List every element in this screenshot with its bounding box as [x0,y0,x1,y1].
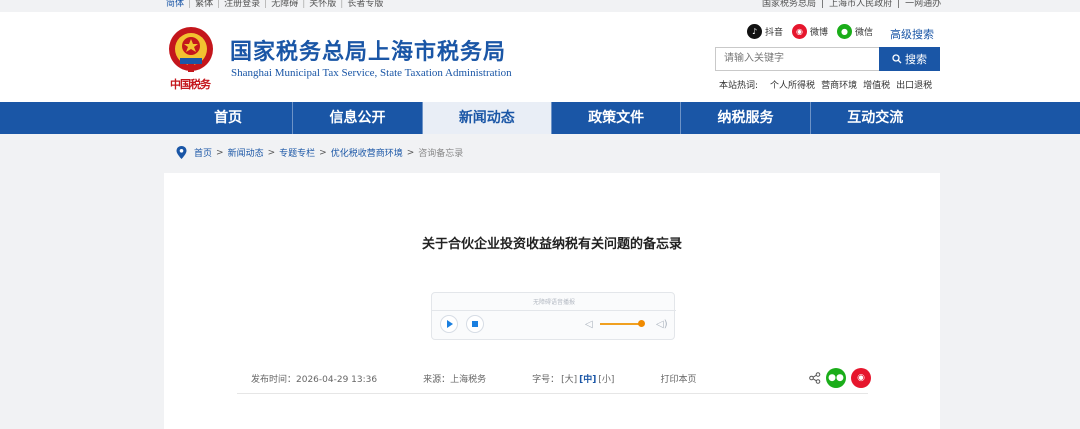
nav-interaction[interactable]: 互动交流 [811,102,940,134]
article-source: 来源：上海税务 [423,375,487,385]
link-shanghai-gov[interactable]: 上海市人民政府 [829,0,892,9]
douyin-icon: ♪ [747,24,762,39]
breadcrumb-current: 咨询备忘录 [418,149,464,159]
stop-button[interactable] [466,315,484,333]
volume-slider[interactable] [600,323,642,325]
nav-info-disclosure[interactable]: 信息公开 [293,102,423,134]
volume-high-icon[interactable]: ◁) [656,319,668,330]
hot-word[interactable]: 增值税 [863,78,890,91]
hot-word[interactable]: 营商环境 [821,78,857,91]
play-button[interactable] [440,315,458,333]
nav-tax-service[interactable]: 纳税服务 [681,102,811,134]
font-size-medium[interactable]: [中] [579,372,596,385]
link-sta[interactable]: 国家税务总局 [762,0,816,9]
link-traditional[interactable]: 繁体 [195,0,213,9]
search-icon [892,54,902,64]
search-button[interactable]: 搜索 [879,47,940,71]
share-bar: ●● ◉ [809,368,871,388]
link-register-login[interactable]: 注册登录 [224,0,260,9]
nav-policy[interactable]: 政策文件 [552,102,682,134]
breadcrumb: 首页 > 新闻动态 > 专题专栏 > 优化税收营商环境 > 咨询备忘录 [176,146,463,159]
social-weibo[interactable]: ◉ 微博 [792,24,828,39]
publish-time: 发布时间：2026-04-29 13:36 [251,375,378,385]
weibo-icon: ◉ [792,24,808,39]
utility-links-left: 简体 | 繁体 | 注册登录 | 无障碍 | 关怀版 | 长者专版 [166,0,384,9]
tax-emblem-icon [169,27,213,72]
hot-word[interactable]: 个人所得税 [770,78,815,91]
social-links: ♪ 抖音 ◉ 微博 ● 微信 [747,24,882,39]
link-simplified[interactable]: 简体 [166,0,184,9]
breadcrumb-business-env[interactable]: 优化税收营商环境 [331,146,403,159]
hot-words-label: 本站热词: [719,81,759,91]
utility-links-right: 国家税务总局 | 上海市人民政府 | 一网通办 [762,0,942,9]
breadcrumb-topics[interactable]: 专题专栏 [279,146,315,159]
share-wechat-button[interactable]: ●● [826,368,846,388]
breadcrumb-home[interactable]: 首页 [194,146,212,159]
wechat-icon: ● [837,24,853,39]
font-size-small[interactable]: [小] [598,372,614,385]
social-wechat[interactable]: ● 微信 [837,24,873,39]
share-weibo-button[interactable]: ◉ [851,368,871,388]
top-utility-bar: 简体 | 繁体 | 注册登录 | 无障碍 | 关怀版 | 长者专版 国家税务总局… [0,0,1080,12]
link-care-version[interactable]: 关怀版 [309,0,336,9]
audio-player: 无障碍语音播报 ◁ ◁) [431,292,676,340]
link-accessibility[interactable]: 无障碍 [271,0,298,9]
article-title: 关于合伙企业投资收益纳税有关问题的备忘录 [421,237,682,252]
print-link[interactable]: 打印本页 [660,372,696,385]
main-nav: 首页 信息公开 新闻动态 政策文件 纳税服务 互动交流 [0,102,1080,134]
font-size-control: 字号： [大] [中] [小] [532,372,614,385]
hot-words: 本站热词: 个人所得税 营商环境 增值税 出口退税 [719,78,932,91]
article-meta: 发布时间：2026-04-29 13:36 来源：上海税务 字号： [大] [中… [251,372,742,385]
share-icon[interactable] [809,372,821,384]
stop-icon [472,321,478,327]
social-douyin[interactable]: ♪ 抖音 [747,24,783,39]
nav-news[interactable]: 新闻动态 [422,102,552,134]
font-size-large[interactable]: [大] [561,372,577,385]
breadcrumb-news[interactable]: 新闻动态 [228,146,264,159]
article-card: 关于合伙企业投资收益纳税有关问题的备忘录 无障碍语音播报 ◁ ◁) 发布时间：2… [164,173,940,429]
slogan-calligraphy: 中国税务 [170,78,211,91]
nav-home[interactable]: 首页 [164,102,294,134]
play-icon [447,320,453,328]
advanced-search-link[interactable]: 高级搜索 [890,26,934,42]
weibo-icon: ◉ [857,373,865,383]
site-subtitle: Shanghai Municipal Tax Service, State Ta… [231,67,512,79]
volume-slider-handle[interactable] [638,320,645,327]
site-title[interactable]: 国家税务总局上海市税务局 [230,34,506,66]
player-hint: 无障碍语音播报 [532,299,575,306]
search-input[interactable]: 请输入关键字 [715,47,880,71]
wechat-icon: ●● [828,373,844,383]
volume-low-icon[interactable]: ◁ [585,319,593,330]
hot-word[interactable]: 出口退税 [896,78,932,91]
site-header: 中国税务 国家税务总局上海市税务局 Shanghai Municipal Tax… [0,12,1080,102]
link-elder-version[interactable]: 长者专版 [347,0,383,9]
link-one-net[interactable]: 一网通办 [905,0,941,9]
meta-divider [237,393,868,394]
location-pin-icon [176,146,187,159]
